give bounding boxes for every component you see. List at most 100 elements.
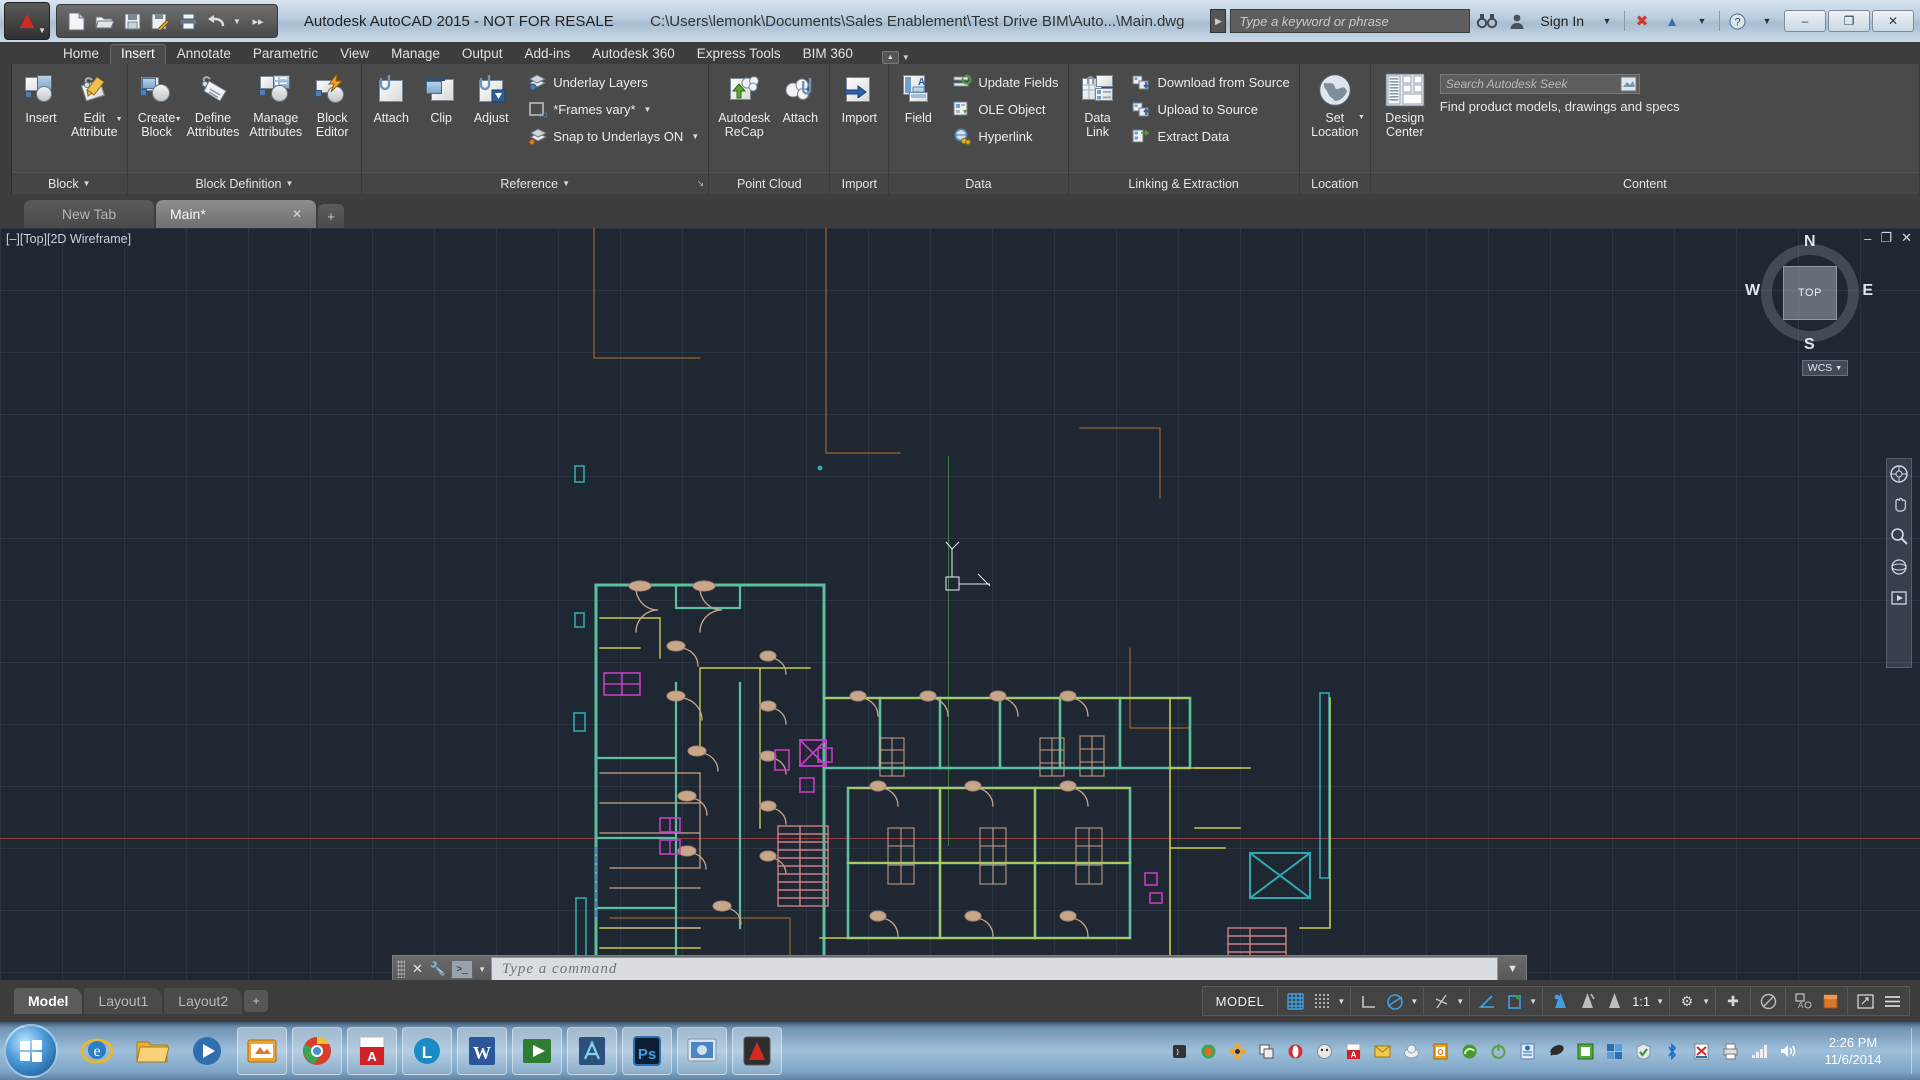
- ribbon-tab-output[interactable]: Output: [451, 44, 514, 64]
- model-space-button[interactable]: MODEL: [1208, 994, 1273, 1009]
- chevron-down-icon[interactable]: ▼: [1358, 114, 1365, 121]
- gear-icon[interactable]: ⚙: [1675, 989, 1699, 1013]
- annotation-visibility-icon[interactable]: [1548, 989, 1572, 1013]
- drawing-canvas[interactable]: [–][Top][2D Wireframe] – ❐ ✕ TOP N E S W…: [0, 228, 1920, 980]
- undo-arrow-icon[interactable]: [203, 8, 229, 34]
- ribbon-tab-express-tools[interactable]: Express Tools: [686, 44, 792, 64]
- help-dropdown-icon[interactable]: ▼: [1754, 9, 1780, 33]
- chevron-down-icon[interactable]: ▼: [1835, 365, 1842, 372]
- viewcube-north-label[interactable]: N: [1804, 233, 1816, 251]
- help-icon[interactable]: ?: [1724, 9, 1750, 33]
- ribbon-tab-annotate[interactable]: Annotate: [166, 44, 242, 64]
- ribbon-tab-bim360[interactable]: BIM 360: [792, 44, 864, 64]
- adobe-acrobat-taskbar-icon[interactable]: A: [347, 1027, 397, 1075]
- flower-tray-icon[interactable]: [1226, 1040, 1248, 1062]
- panel-title-point-cloud[interactable]: Point Cloud: [709, 172, 830, 194]
- dropdown-icon[interactable]: ▼: [1689, 9, 1715, 33]
- command-input[interactable]: Type a command: [491, 957, 1499, 981]
- satellite-tray-icon[interactable]: [1545, 1040, 1567, 1062]
- annotation-scale-value[interactable]: 1:1: [1629, 994, 1653, 1009]
- snap-grid-icon[interactable]: [1310, 989, 1334, 1013]
- ribbon-tab-insert[interactable]: Insert: [110, 44, 166, 64]
- network-signal-tray-icon[interactable]: [1748, 1040, 1770, 1062]
- opera-tray-icon[interactable]: [1284, 1040, 1306, 1062]
- osnap-track-icon[interactable]: [1429, 989, 1453, 1013]
- grid-icon[interactable]: [1283, 989, 1307, 1013]
- autoscale-icon[interactable]: [1575, 989, 1599, 1013]
- office-tray-icon[interactable]: O: [1429, 1040, 1451, 1062]
- panel-title-data[interactable]: Data: [889, 172, 1068, 194]
- command-line[interactable]: ✕ 🔧 >_ ▼ Type a command ▼: [392, 955, 1527, 983]
- frames-vary-button[interactable]: (x) *Frames vary* ▼: [523, 97, 703, 121]
- stay-connected-icon[interactable]: ▲: [1659, 9, 1685, 33]
- define-attributes-button[interactable]: Define Attributes: [183, 68, 244, 141]
- panel-title-reference[interactable]: Reference ▼ ↘: [362, 172, 709, 194]
- binoculars-icon[interactable]: [1474, 9, 1500, 33]
- ribbon-tab-manage[interactable]: Manage: [380, 44, 451, 64]
- save-as-icon[interactable]: [147, 8, 173, 34]
- orbit-icon[interactable]: [1890, 558, 1908, 579]
- wrench-icon[interactable]: 🔧: [430, 961, 446, 977]
- command-line-grip[interactable]: [397, 960, 405, 978]
- chevron-down-icon[interactable]: ▼: [1337, 997, 1345, 1006]
- onedrive-tray-icon[interactable]: [1516, 1040, 1538, 1062]
- google-chrome-taskbar-icon[interactable]: [292, 1027, 342, 1075]
- printer-icon[interactable]: [175, 8, 201, 34]
- chevron-down-icon[interactable]: ▼: [1529, 997, 1537, 1006]
- ribbon-minimize-control[interactable]: ▲ ▼: [881, 51, 910, 64]
- viewcube-top-face[interactable]: TOP: [1783, 266, 1837, 320]
- data-link-button[interactable]: Data Link: [1074, 68, 1122, 141]
- field-button[interactable]: A Field: [894, 68, 942, 127]
- polar-icon[interactable]: [1383, 989, 1407, 1013]
- autodesk-app-manager-taskbar-icon[interactable]: [237, 1027, 287, 1075]
- ortho-icon[interactable]: [1356, 989, 1380, 1013]
- chevron-down-icon[interactable]: ▼: [1410, 997, 1418, 1006]
- chevron-down-icon[interactable]: ▼: [1656, 997, 1664, 1006]
- attach-pointcloud-button[interactable]: Attach: [776, 68, 824, 127]
- infocenter-expand-button[interactable]: ▶: [1210, 9, 1227, 33]
- shield-check-tray-icon[interactable]: [1632, 1040, 1654, 1062]
- autocad-taskbar-icon[interactable]: [732, 1027, 782, 1075]
- save-disk-icon[interactable]: [119, 8, 145, 34]
- ucs-selector[interactable]: WCS ▼: [1802, 360, 1848, 376]
- collapse-ribbon-icon[interactable]: ▲: [881, 51, 899, 64]
- power-tray-icon[interactable]: [1487, 1040, 1509, 1062]
- sign-in-link[interactable]: Sign In: [1534, 13, 1590, 29]
- chevron-down-icon[interactable]: ▼: [83, 179, 91, 188]
- create-block-button[interactable]: Create Block ▼: [133, 68, 182, 141]
- panel-title-location[interactable]: Location: [1299, 172, 1370, 194]
- object-snap-icon[interactable]: [1475, 989, 1499, 1013]
- layout-tab-layout1[interactable]: Layout1: [84, 988, 163, 1014]
- panel-title-linking-extraction[interactable]: Linking & Extraction: [1068, 172, 1299, 194]
- open-folder-icon[interactable]: [91, 8, 117, 34]
- skype-tray-icon[interactable]: [1313, 1040, 1335, 1062]
- ribbon-tab-view[interactable]: View: [329, 44, 380, 64]
- update-fields-button[interactable]: Update Fields: [948, 70, 1062, 94]
- underlay-layers-button[interactable]: Underlay Layers: [523, 70, 703, 94]
- layout-tab-layout2[interactable]: Layout2: [164, 988, 243, 1014]
- close-icon[interactable]: ✕: [292, 207, 302, 221]
- undo-dropdown[interactable]: ▼: [231, 8, 243, 34]
- panel-title-block[interactable]: Block ▼: [12, 172, 127, 194]
- windows-color-tray-icon[interactable]: [1603, 1040, 1625, 1062]
- steering-wheel-icon[interactable]: [1890, 465, 1908, 486]
- set-location-button[interactable]: Set Location ▼: [1305, 68, 1365, 141]
- windows-start-icon[interactable]: [4, 1024, 58, 1078]
- chevron-down-icon[interactable]: ▼: [562, 179, 570, 188]
- ribbon-tab-addins[interactable]: Add-ins: [513, 44, 581, 64]
- exchange-apps-icon[interactable]: ✖: [1629, 9, 1655, 33]
- ucs-icon[interactable]: [1502, 989, 1526, 1013]
- hamburger-icon[interactable]: [1880, 989, 1904, 1013]
- viewcube-south-label[interactable]: S: [1804, 336, 1815, 354]
- block-editor-button[interactable]: Block Editor: [308, 68, 356, 141]
- chevron-down-icon[interactable]: ▼: [644, 105, 652, 114]
- attach-button[interactable]: Attach: [367, 68, 415, 127]
- viewcube-east-label[interactable]: E: [1862, 282, 1873, 300]
- plus-icon[interactable]: ✚: [1721, 989, 1745, 1013]
- media-player-taskbar-icon[interactable]: [182, 1027, 232, 1075]
- command-history-expand-icon[interactable]: ▼: [1503, 963, 1522, 975]
- clip-button[interactable]: Clip: [417, 68, 465, 127]
- volume-tray-icon[interactable]: [1777, 1040, 1799, 1062]
- new-button[interactable]: [63, 8, 89, 34]
- command-prompt-icon[interactable]: >_: [451, 959, 474, 979]
